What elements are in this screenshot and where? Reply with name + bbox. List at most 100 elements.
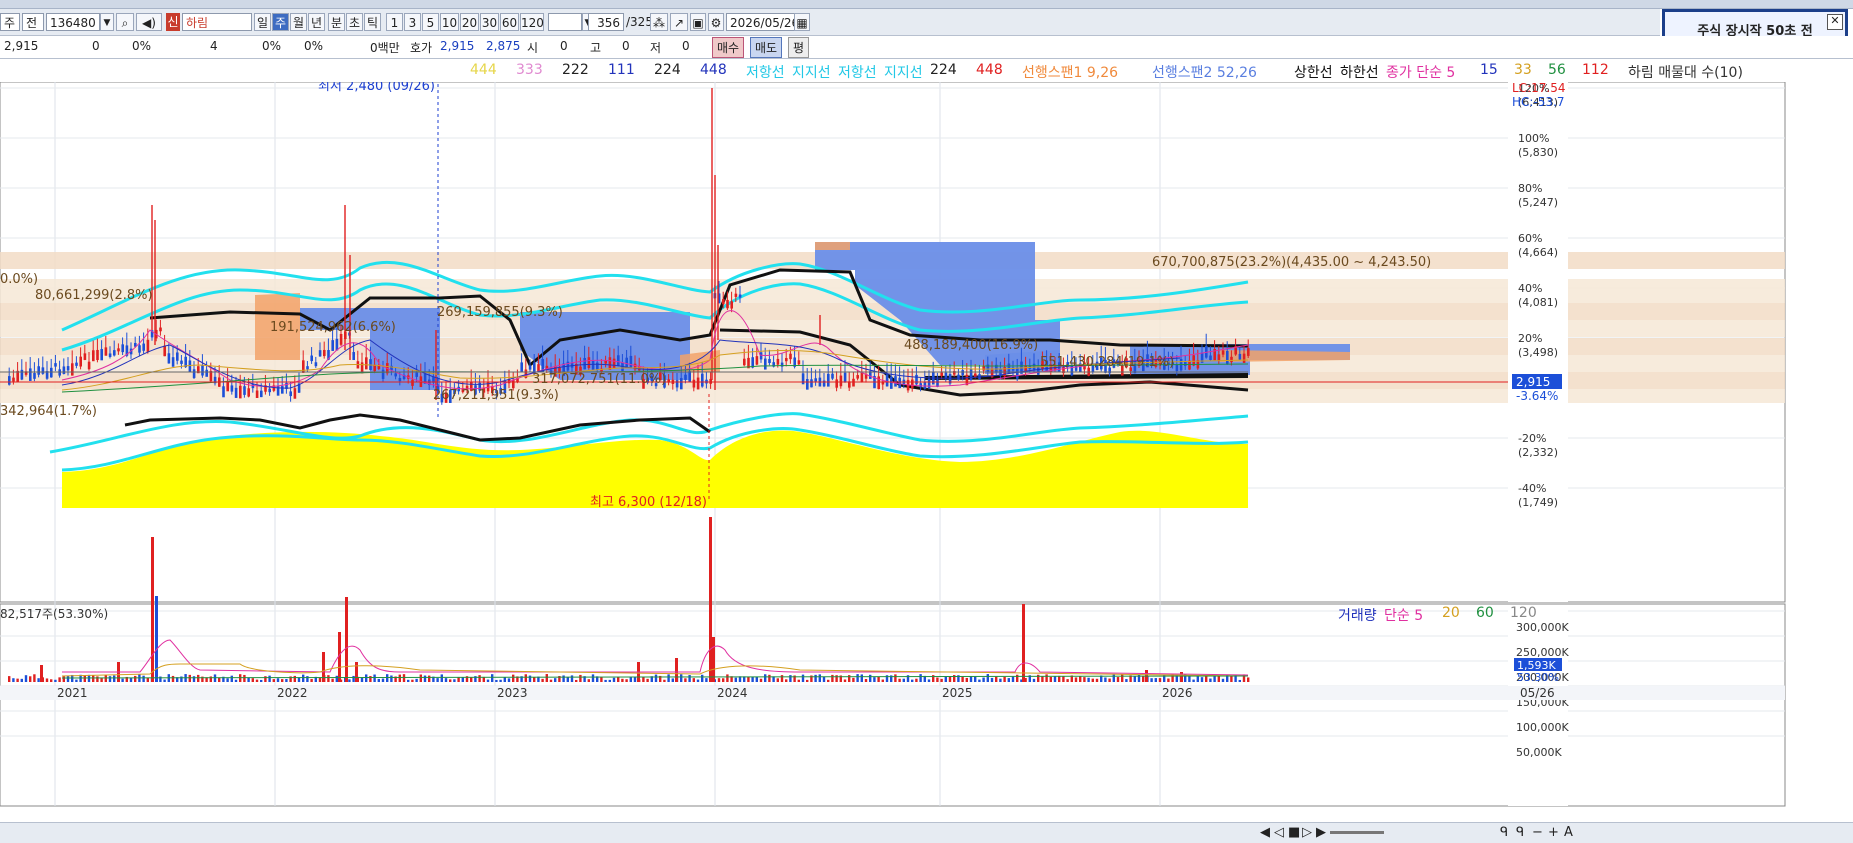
market-select[interactable]: 주 [0,13,20,31]
legend-item[interactable]: 상한선 [1294,62,1333,82]
zoom-control-icon[interactable]: A [1564,825,1573,840]
stock-code-input[interactable]: 136480 [46,13,100,31]
volume-bar [264,676,267,682]
bar-count-input[interactable]: 356 [588,13,624,31]
save-icon[interactable]: ▣ [690,13,706,31]
interval-120[interactable]: 120 [520,13,544,31]
volume-bar [1062,676,1065,682]
volume-legend-item[interactable]: 단순 5 [1384,605,1423,625]
legend-item[interactable]: 종가 단순 5 [1386,62,1455,82]
close-icon[interactable]: ✕ [1827,14,1843,30]
legend-item[interactable]: 하한선 [1340,62,1379,82]
period-week[interactable]: 주 [272,13,289,31]
candle-body [680,378,683,390]
legend-item[interactable]: 224 [930,62,957,78]
legend-item[interactable]: 448 [976,62,1003,78]
volume-bar [911,679,914,682]
avg-button[interactable]: 평 [788,37,810,58]
period-month[interactable]: 월 [290,13,307,31]
axis-price-label: (4,664) [1518,246,1558,259]
legend-item[interactable]: 저항선 [746,62,785,82]
scroll-nav-button[interactable]: ▶ [1316,825,1326,840]
volume-bar [1112,674,1115,682]
interval-1[interactable]: 1 [386,13,403,31]
legend-item[interactable]: 112 [1582,62,1609,78]
volume-bar [625,679,628,682]
search-icon[interactable]: ⌕ [116,13,134,31]
candle-body [234,387,238,398]
legend-item[interactable]: 선행스팬1 9,26 [1022,62,1118,82]
zoom-control-icon[interactable]: ᑫ [1500,825,1508,840]
custom-interval-input[interactable] [548,13,582,31]
legend-item[interactable]: 지지선 [884,62,923,82]
volume-bar [20,678,23,682]
pct-value-2: 0% [262,39,282,53]
interval-30[interactable]: 30 [480,13,499,31]
volume-legend-item[interactable]: 거래량 [1338,605,1377,625]
sound-icon[interactable]: ◀) [136,13,162,31]
legend-item[interactable]: 224 [654,62,681,78]
candle-body [12,377,15,382]
interval-3[interactable]: 3 [404,13,421,31]
period-minute[interactable]: 분 [328,13,345,31]
volume-bar [940,678,943,682]
legend-item[interactable]: 444 [470,62,497,78]
period-second[interactable]: 초 [346,13,363,31]
period-year[interactable]: 년 [308,13,325,31]
scroll-track[interactable] [1330,831,1384,834]
buy-button[interactable]: 매수 [712,37,745,58]
cloud-orange-patch [815,242,850,250]
interval-10[interactable]: 10 [440,13,459,31]
volume-legend-item[interactable]: 60 [1476,605,1494,621]
volume-bar [554,678,557,682]
volume-bar [533,677,536,682]
indicator-icon[interactable]: ⁂ [650,13,668,31]
candle-body [1226,350,1229,364]
legend-item[interactable]: 33 [1514,62,1532,78]
scroll-nav-button[interactable]: ■ [1288,825,1300,840]
volume-legend-item[interactable]: 120 [1510,605,1537,621]
zoom-control-icon[interactable]: ᑫ [1516,825,1524,840]
zoom-control-icon[interactable]: − [1532,825,1543,840]
volume-bar [965,677,968,682]
candle-body [66,366,70,371]
date-input[interactable]: 2026/05/26 [726,13,799,31]
legend-item[interactable]: 222 [562,62,589,78]
stock-name-field[interactable]: 하림 [182,13,252,31]
legend-item[interactable]: 저항선 [838,62,877,82]
volume-bar [608,679,611,682]
interval-60[interactable]: 60 [500,13,519,31]
volume-bar [759,678,763,682]
legend-item[interactable]: 111 [608,62,635,78]
volume-bar [982,677,985,682]
legend-item[interactable]: 하림 매물대 수(10) [1628,62,1743,82]
interval-5[interactable]: 5 [422,13,439,31]
calendar-icon[interactable]: ▦ [794,13,810,31]
legend-item[interactable]: 448 [700,62,727,78]
scroll-nav-button[interactable]: ◁ [1274,825,1284,840]
volume-bar [66,675,70,682]
price-chart[interactable]: 최저 2,480 (09/26) 최고 6,300 (12/18) 670,700,… [0,82,1853,822]
high-label: 고 [590,41,602,55]
interval-20[interactable]: 20 [460,13,479,31]
sell-button[interactable]: 매도 [750,37,783,58]
legend-item[interactable]: 56 [1548,62,1566,78]
legend-item[interactable]: 333 [516,62,543,78]
volume-legend-bar: 82,517주(53.30%) 거래량 단순 5 20 60 120 [0,605,1790,625]
period-tick[interactable]: 틱 [364,13,381,31]
legend-item[interactable]: 선행스팬2 52,26 [1152,62,1257,82]
legend-item[interactable]: 지지선 [792,62,831,82]
volume-legend-item[interactable]: 20 [1442,605,1460,621]
zoom-control-icon[interactable]: + [1548,825,1559,840]
candle-body [944,372,948,379]
range-select[interactable]: 전 [22,13,44,31]
legend-item[interactable]: 15 [1480,62,1498,78]
high-annotation: 최고 6,300 (12/18) [590,495,707,510]
scroll-nav-button[interactable]: ◀ [1260,825,1270,840]
settings-gear-icon[interactable]: ⚙ [708,13,724,31]
scroll-nav-button[interactable]: ▷ [1302,825,1312,840]
code-dropdown-icon[interactable]: ▼ [100,13,114,31]
trendline-icon[interactable]: ↗ [670,13,688,31]
period-day[interactable]: 일 [254,13,271,31]
volume-bar [856,674,859,682]
